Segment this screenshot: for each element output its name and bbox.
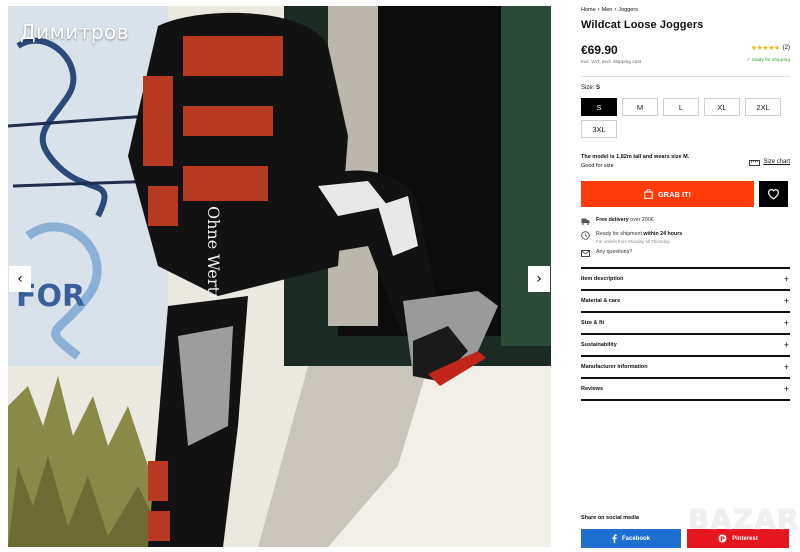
selected-size: S [596,85,601,91]
size-chart-link[interactable]: Size chart [749,153,790,171]
seller-name-overlay: Димитров [20,20,130,44]
accordion-item-description[interactable]: Item description + [581,269,790,291]
product-price: €69.90 [581,43,618,57]
shipment-time: within 24 hours [643,231,683,237]
breadcrumb: Home › Men › Joggers [581,6,790,14]
accordion-reviews[interactable]: Reviews + [581,379,790,401]
accordion-label: Size & fit [581,320,605,326]
good-for-size-text: Good for size [581,163,614,169]
vat-note: Incl. VAT, excl. shipping cost [581,60,642,65]
facebook-share-button[interactable]: Facebook [581,529,681,548]
product-photo-illustration: FOR Ohne Wertmarke [8,6,551,547]
breadcrumb-home[interactable]: Home [581,7,596,13]
accordion-label: Material & care [581,298,621,304]
plus-icon: + [783,318,789,328]
plus-icon: + [783,296,789,306]
model-height-text: The model is 1,82m tall and wears size M… [581,154,690,160]
plus-icon: + [783,362,789,372]
size-option-s[interactable]: S [581,98,617,116]
prev-image-button[interactable]: ‹ [9,266,31,292]
rating-count: (2) [782,45,790,51]
breadcrumb-men[interactable]: Men [602,7,613,13]
plus-icon: + [783,274,789,284]
product-rating[interactable]: ★★★★★ (2) [751,44,790,52]
shipping-info: Free delivery over 200€ Ready for shipme… [581,217,790,258]
plus-icon: + [783,384,789,394]
free-delivery-threshold: over 200€ [628,217,654,223]
mail-icon [581,249,590,258]
size-option-2xl[interactable]: 2XL [745,98,781,116]
chevron-left-icon: ‹ [17,271,23,287]
accordion-manufacturer-information[interactable]: Manufacturer information + [581,357,790,379]
divider [581,76,790,77]
questions-link[interactable]: Any questions? [581,249,790,258]
product-title: Wildcat Loose Joggers [581,19,704,31]
accordion-label: Item description [581,276,624,282]
ruler-icon [749,159,761,166]
size-option-3xl[interactable]: 3XL [581,120,617,138]
shipment-note: For orders from Monday till Thursday [596,239,670,244]
shipment-text: Ready for shipment [596,231,644,237]
chevron-right-icon: › [597,7,600,13]
chevron-right-icon: › [536,271,542,287]
questions-text: Any questions? [596,249,633,255]
accordion-label: Sustainability [581,342,617,348]
accordion-size-fit[interactable]: Size & fit + [581,313,790,335]
size-option-xl[interactable]: XL [704,98,740,116]
clock-icon [581,231,590,240]
svg-text:P: P [720,535,725,543]
breadcrumb-joggers[interactable]: Joggers [618,7,638,13]
model-info: The model is 1,82m tall and wears size M… [581,153,689,171]
product-photo: FOR Ohne Wertmarke Димитров [8,6,551,547]
free-delivery-text: Free delivery [596,217,629,223]
accordion-sustainability[interactable]: Sustainability + [581,335,790,357]
facebook-icon [612,534,617,543]
star-rating-icon: ★★★★★ [750,45,780,52]
accordion-label: Reviews [581,386,604,392]
grab-it-button[interactable]: GRAB IT! [581,181,754,207]
size-selector: S M L XL 2XL 3XL [581,98,793,138]
heart-icon [768,189,779,200]
plus-icon: + [783,340,789,350]
product-panel: Home › Men › Joggers Wildcat Loose Jogge… [581,6,790,401]
delivery-info: Free delivery over 200€ [581,217,790,226]
product-accordion: Item description + Material & care + Size … [581,267,790,401]
chevron-right-icon: › [614,7,617,13]
truck-icon [581,217,590,226]
accordion-label: Manufacturer information [581,364,648,370]
size-option-l[interactable]: L [663,98,699,116]
shopping-bag-icon [644,189,653,199]
size-chart-label: Size chart [763,159,790,165]
size-label-text: Size: [581,85,595,91]
size-label: Size: S [581,85,790,91]
shipment-info: Ready for shipment within 24 hours For o… [581,231,790,244]
next-image-button[interactable]: › [528,266,550,292]
accordion-material-care[interactable]: Material & care + [581,291,790,313]
share-label: Share on social media [581,515,640,521]
pinterest-label: Pinterest [732,535,758,542]
size-option-m[interactable]: M [622,98,658,116]
facebook-label: Facebook [621,535,650,542]
shipping-status: ✓ ready for shipping [746,58,790,63]
wishlist-button[interactable] [759,181,788,207]
grab-it-label: GRAB IT! [657,189,692,199]
bazar-watermark: BAZAR [688,503,800,536]
